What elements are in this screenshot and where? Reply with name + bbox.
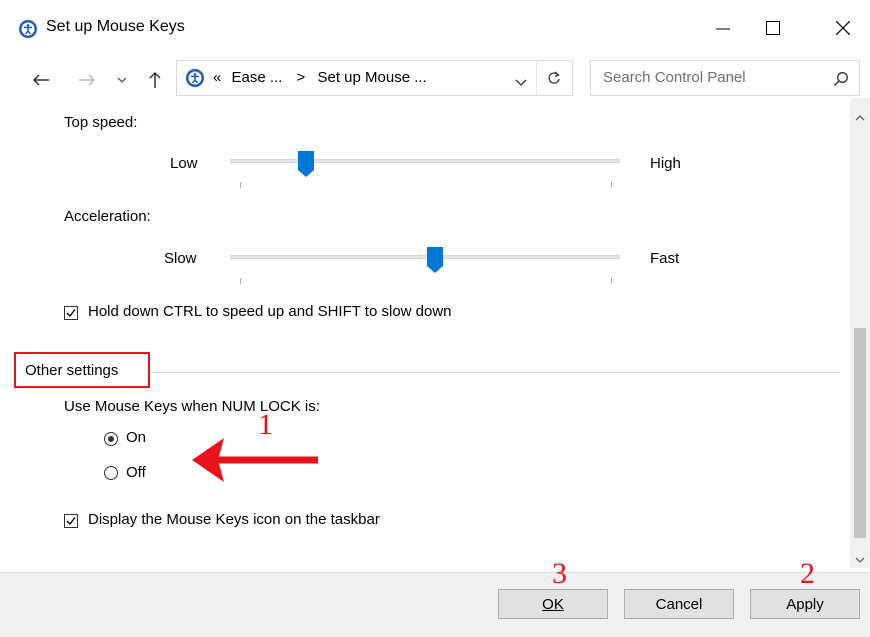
num-lock-off-radio[interactable] — [104, 466, 118, 480]
scroll-up-icon[interactable] — [855, 114, 865, 122]
search-field[interactable]: Search Control Panel — [590, 60, 860, 96]
chevron-down-icon — [117, 77, 127, 83]
taskbar-icon-label[interactable]: Display the Mouse Keys icon on the taskb… — [88, 511, 380, 528]
apply-button-label: Apply — [786, 595, 824, 613]
minimize-icon — [716, 28, 730, 30]
top-speed-track — [230, 159, 620, 163]
acceleration-max-label: Fast — [650, 250, 680, 267]
maximize-icon — [766, 21, 780, 35]
checkmark-icon — [66, 517, 76, 526]
breadcrumb-ease-of-access[interactable]: Ease ... — [232, 69, 283, 86]
title-bar: Set up Mouse Keys — [0, 0, 870, 56]
num-lock-on-radio[interactable] — [104, 432, 118, 446]
acceleration-label: Acceleration: — [64, 208, 151, 225]
acceleration-slider[interactable] — [230, 247, 620, 288]
up-button[interactable] — [144, 68, 166, 92]
annotation-step-3: 3 — [552, 557, 567, 590]
num-lock-on-label[interactable]: On — [126, 429, 146, 446]
ease-of-access-icon — [19, 20, 37, 38]
address-divider — [536, 61, 537, 95]
radio-selected-dot — [108, 436, 114, 442]
settings-content: Top speed: Low High Acceleration: Slow F… — [0, 98, 850, 568]
window-title: Set up Mouse Keys — [46, 18, 185, 35]
breadcrumb-separator: > — [296, 69, 306, 86]
address-bar[interactable]: « Ease ... > Set up Mouse ... — [176, 60, 573, 96]
close-button[interactable] — [820, 8, 866, 48]
cancel-button-label: Cancel — [655, 595, 703, 613]
slider-tick — [611, 182, 612, 188]
checkmark-icon — [66, 309, 76, 318]
top-speed-slider[interactable] — [230, 151, 620, 192]
ctrl-shift-label[interactable]: Hold down CTRL to speed up and SHIFT to … — [88, 303, 452, 320]
top-speed-thumb[interactable] — [298, 151, 314, 177]
slider-tick — [611, 278, 612, 284]
cancel-button[interactable]: Cancel — [624, 589, 734, 619]
back-button[interactable] — [30, 68, 52, 92]
vertical-scrollbar[interactable] — [850, 98, 870, 568]
close-icon — [836, 21, 850, 35]
scroll-down-icon[interactable] — [855, 556, 865, 564]
search-icon[interactable] — [833, 71, 849, 87]
acceleration-track — [230, 255, 620, 259]
search-input[interactable]: Search Control Panel — [603, 69, 746, 86]
refresh-icon — [548, 71, 560, 84]
ease-of-access-icon — [186, 69, 204, 87]
acceleration-min-label: Slow — [164, 250, 197, 267]
up-arrow-icon — [149, 71, 161, 88]
top-speed-label: Top speed: — [64, 114, 138, 131]
chevron-down-icon — [515, 79, 527, 86]
forward-button[interactable] — [76, 68, 98, 92]
refresh-button[interactable] — [547, 70, 561, 91]
ctrl-shift-checkbox[interactable] — [64, 306, 78, 320]
forward-arrow-icon — [79, 74, 96, 86]
back-arrow-icon — [32, 74, 49, 86]
address-dropdown-button[interactable] — [515, 74, 527, 92]
top-speed-max-label: High — [650, 155, 681, 172]
recent-locations-button[interactable] — [114, 68, 130, 92]
scrollbar-thumb[interactable] — [854, 328, 866, 538]
maximize-button[interactable] — [750, 8, 796, 48]
ok-button[interactable]: OK — [498, 589, 608, 619]
annotation-step-2: 2 — [800, 557, 815, 590]
apply-button[interactable]: Apply — [750, 589, 860, 619]
minimize-button[interactable] — [700, 8, 746, 48]
acceleration-thumb[interactable] — [427, 247, 443, 273]
breadcrumb-set-up-mouse-keys[interactable]: Set up Mouse ... — [317, 69, 426, 86]
annotation-arrow-icon — [192, 438, 318, 482]
other-settings-title: Other settings — [25, 362, 119, 379]
taskbar-icon-checkbox[interactable] — [64, 514, 78, 528]
breadcrumb: « Ease ... > Set up Mouse ... — [213, 69, 427, 86]
annotation-step-1: 1 — [258, 408, 273, 441]
slider-tick — [240, 278, 241, 284]
dialog-footer: 3 2 OK Cancel Apply — [0, 557, 870, 637]
breadcrumb-overflow[interactable]: « — [213, 69, 221, 86]
group-divider — [150, 372, 840, 373]
top-speed-min-label: Low — [170, 155, 198, 172]
slider-tick — [240, 182, 241, 188]
num-lock-off-label[interactable]: Off — [126, 464, 146, 481]
num-lock-label: Use Mouse Keys when NUM LOCK is: — [64, 398, 320, 415]
ok-button-label: OK — [542, 595, 564, 613]
